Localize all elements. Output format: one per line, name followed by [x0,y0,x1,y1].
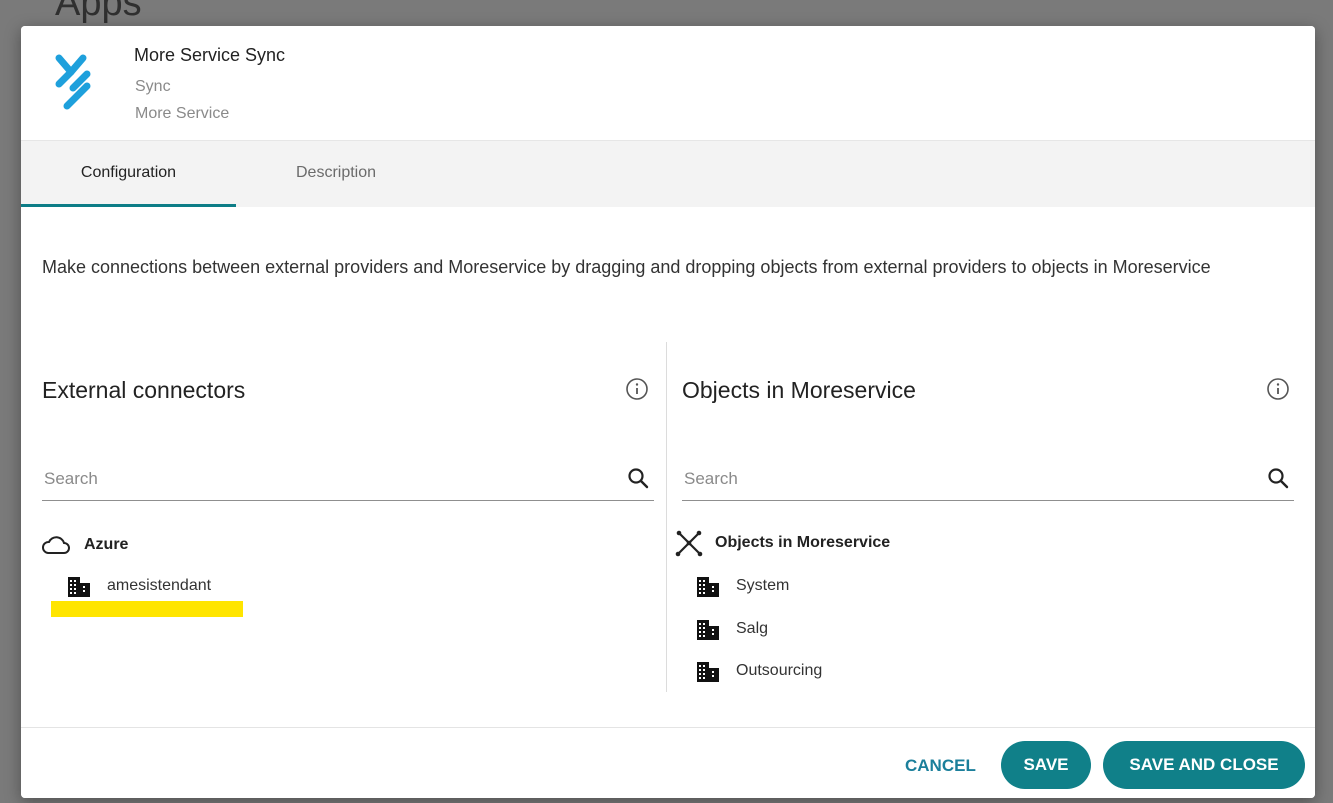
search-icon[interactable] [626,466,650,490]
tree-root-label: Objects in Moreservice [715,534,891,551]
building-icon [697,620,719,640]
panel-divider [666,342,667,692]
tree-root-objects-in-moreservice[interactable]: Objects in Moreservice [673,529,993,559]
moreservice-search-field[interactable] [682,458,1294,501]
external-search-field[interactable] [42,458,654,501]
building-icon [68,577,90,597]
tab-bar: Configuration Description [21,140,1315,207]
moreservice-search-input[interactable] [682,458,1207,500]
tree-item-label: Salg [736,620,769,637]
tree-item-label: amesistendant [107,577,212,594]
tree-item-label: Outsourcing [736,662,823,679]
building-icon [697,662,719,682]
tree-root-label: Azure [84,536,129,553]
tree-item-amesistendant[interactable]: amesistendant [67,574,327,600]
tree-root-azure[interactable]: Azure [40,531,340,561]
intro-text: Make connections between external provid… [42,257,1211,277]
app-vendor: More Service [135,105,230,122]
background-page-title: Apps [55,0,142,24]
info-icon[interactable] [625,377,649,401]
hub-icon [675,530,703,557]
more-service-logo-icon [55,54,91,110]
tree-item-salg[interactable]: Salg [696,617,956,643]
external-connectors-title: External connectors [42,377,246,403]
tab-configuration[interactable]: Configuration [21,141,236,207]
dialog-footer: CANCEL SAVE SAVE AND CLOSE [21,727,1315,798]
tab-description[interactable]: Description [261,141,411,207]
dialog-header: More Service Sync Sync More Service [21,26,1315,140]
tree-item-label: System [736,577,790,594]
info-icon[interactable] [1266,377,1290,401]
tree-item-outsourcing[interactable]: Outsourcing [696,659,956,685]
highlight-marker [51,601,243,617]
app-name: More Service Sync [134,45,286,65]
tree-item-system[interactable]: System [696,574,956,600]
building-icon [697,577,719,597]
cloud-icon [42,536,70,554]
app-type: Sync [135,78,171,95]
cancel-button[interactable]: CANCEL [899,748,982,784]
app-dialog: More Service Sync Sync More Service Conf… [21,26,1315,798]
search-icon[interactable] [1266,466,1290,490]
objects-in-moreservice-title: Objects in Moreservice [682,377,916,403]
save-and-close-button[interactable]: SAVE AND CLOSE [1103,741,1305,789]
save-button[interactable]: SAVE [1001,741,1091,789]
external-search-input[interactable] [42,458,567,500]
